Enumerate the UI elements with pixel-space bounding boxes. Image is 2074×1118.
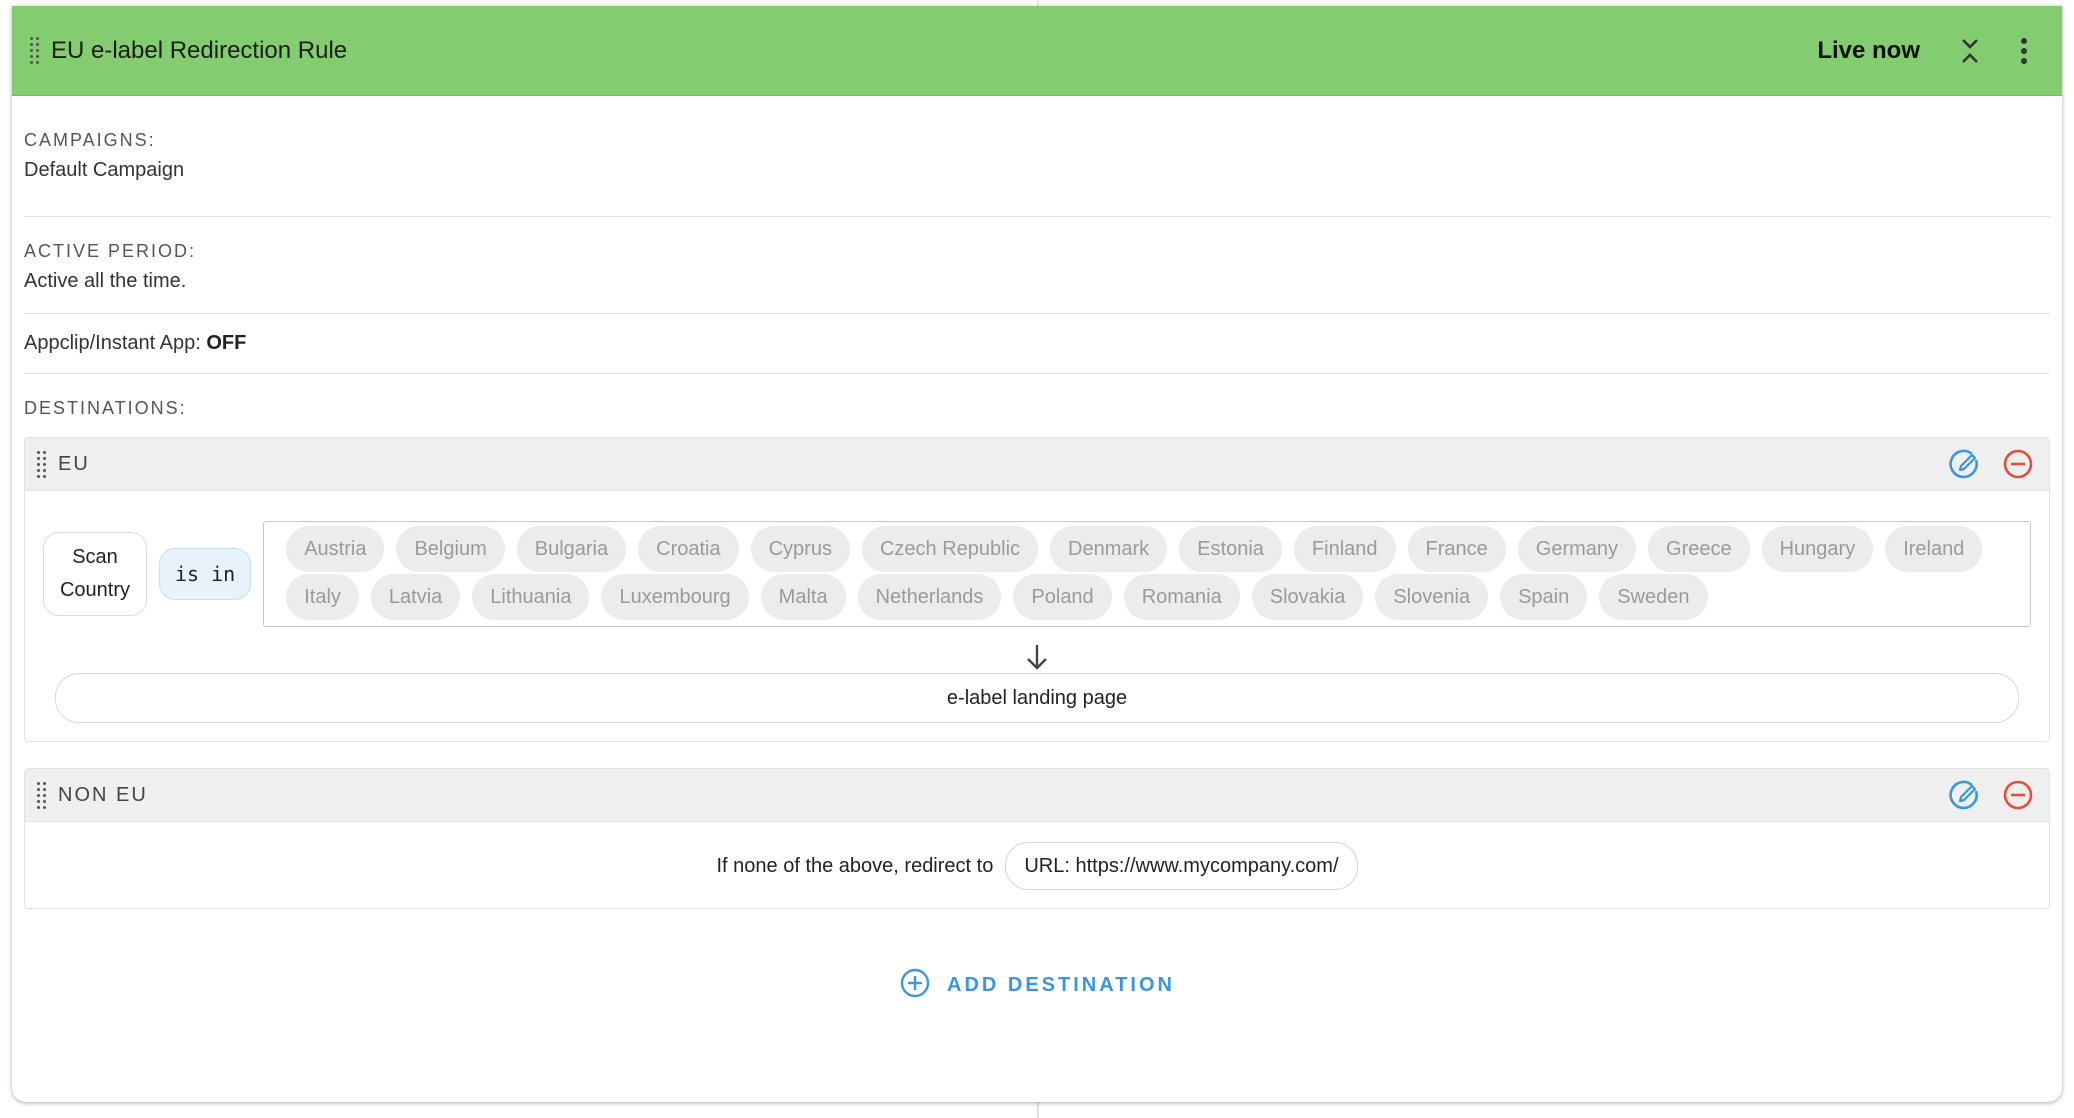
fallback-row: If none of the above, redirect to URL: h… bbox=[25, 822, 2049, 908]
add-destination-button[interactable]: ADD DESTINATION bbox=[12, 967, 2062, 1004]
country-chip[interactable]: Ireland bbox=[1885, 526, 1983, 572]
appclip-label: Appclip/Instant App: bbox=[24, 332, 201, 354]
appclip-section: Appclip/Instant App: OFF bbox=[24, 314, 2050, 374]
country-chip[interactable]: Spain bbox=[1500, 574, 1588, 620]
destinations-label: DESTINATIONS: bbox=[24, 398, 187, 418]
country-chip[interactable]: Latvia bbox=[370, 574, 461, 620]
country-chip[interactable]: Cyprus bbox=[750, 526, 850, 572]
edit-icon[interactable] bbox=[1945, 776, 1983, 814]
destination-eu: EU Scan Country is in Austria Belgium Bulg… bbox=[24, 437, 2050, 742]
country-chip[interactable]: Slovenia bbox=[1375, 574, 1489, 620]
active-period-section: ACTIVE PERIOD: Active all the time. bbox=[24, 217, 2050, 314]
condition-field[interactable]: Scan Country bbox=[43, 532, 147, 616]
appclip-value: OFF bbox=[206, 332, 247, 354]
destination-name: NON EU bbox=[58, 783, 148, 806]
destination-header[interactable]: NON EU bbox=[25, 769, 2049, 822]
country-chip[interactable]: Sweden bbox=[1599, 574, 1708, 620]
destination-name: EU bbox=[58, 452, 90, 475]
country-chip[interactable]: Hungary bbox=[1761, 526, 1874, 572]
destination-header[interactable]: EU bbox=[25, 438, 2049, 491]
country-chip[interactable]: Poland bbox=[1013, 574, 1112, 620]
country-chip[interactable]: Austria bbox=[286, 526, 385, 572]
country-chip[interactable]: Italy bbox=[286, 574, 359, 620]
add-destination-label: ADD DESTINATION bbox=[947, 974, 1175, 996]
country-chip[interactable]: Belgium bbox=[396, 526, 505, 572]
country-chip[interactable]: Croatia bbox=[638, 526, 739, 572]
country-chip[interactable]: Estonia bbox=[1179, 526, 1282, 572]
condition-operator[interactable]: is in bbox=[159, 548, 252, 600]
campaigns-section: CAMPAIGNS: Default Campaign bbox=[24, 96, 2050, 217]
collapse-icon[interactable] bbox=[1950, 31, 1990, 71]
active-period-value: Active all the time. bbox=[24, 270, 187, 292]
campaigns-value: Default Campaign bbox=[24, 159, 185, 181]
rule-header[interactable]: EU e-label Redirection Rule Live now bbox=[12, 6, 2062, 96]
remove-circle-icon[interactable] bbox=[1999, 445, 2037, 483]
country-chip[interactable]: Germany bbox=[1517, 526, 1637, 572]
country-chips-box[interactable]: Austria Belgium Bulgaria Croatia Cyprus Czech… bbox=[263, 521, 2031, 627]
country-chip[interactable]: France bbox=[1407, 526, 1506, 572]
country-chip[interactable]: Finland bbox=[1293, 526, 1396, 572]
rule-title: EU e-label Redirection Rule bbox=[51, 36, 348, 64]
country-chip[interactable]: Luxembourg bbox=[601, 574, 749, 620]
fallback-text: If none of the above, redirect to bbox=[716, 854, 994, 877]
country-chip[interactable]: Czech Republic bbox=[861, 526, 1039, 572]
remove-circle-icon[interactable] bbox=[1999, 776, 2037, 814]
drag-handle-icon[interactable] bbox=[30, 37, 39, 64]
country-chip[interactable]: Bulgaria bbox=[516, 526, 627, 572]
campaigns-label: CAMPAIGNS: bbox=[24, 130, 156, 150]
country-chip[interactable]: Denmark bbox=[1050, 526, 1168, 572]
destination-target[interactable]: e-label landing page bbox=[55, 673, 2019, 723]
drag-handle-icon[interactable] bbox=[37, 450, 46, 478]
destination-non-eu: NON EU If none of the above, redirect to… bbox=[24, 768, 2050, 909]
rule-card: EU e-label Redirection Rule Live now CAM… bbox=[12, 6, 2062, 1102]
active-period-label: ACTIVE PERIOD: bbox=[24, 241, 197, 261]
country-chip[interactable]: Lithuania bbox=[472, 574, 590, 620]
country-chip[interactable]: Netherlands bbox=[857, 574, 1002, 620]
condition-row: Scan Country is in Austria Belgium Bulgari… bbox=[25, 491, 2049, 637]
arrow-down-icon bbox=[25, 637, 2049, 673]
country-chip[interactable]: Romania bbox=[1123, 574, 1240, 620]
drag-handle-icon[interactable] bbox=[37, 781, 46, 809]
country-chip[interactable]: Greece bbox=[1648, 526, 1750, 572]
edit-icon[interactable] bbox=[1945, 445, 1983, 483]
country-chip[interactable]: Malta bbox=[760, 574, 846, 620]
destination-target[interactable]: URL: https://www.mycompany.com/ bbox=[1005, 842, 1358, 890]
rule-status: Live now bbox=[1817, 36, 1920, 64]
add-circle-icon bbox=[899, 967, 931, 1004]
more-vertical-icon[interactable] bbox=[2004, 31, 2044, 71]
country-chip[interactable]: Slovakia bbox=[1251, 574, 1364, 620]
